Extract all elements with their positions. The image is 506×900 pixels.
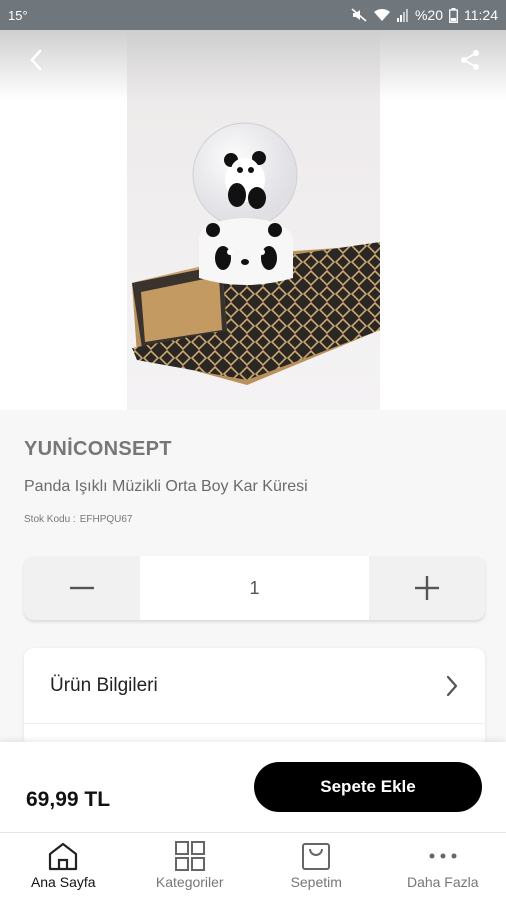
nav-categories-label: Kategoriler bbox=[155, 874, 224, 890]
nav-home-label: Ana Sayfa bbox=[30, 874, 96, 890]
share-icon bbox=[461, 50, 479, 70]
shopping-bag-icon bbox=[302, 843, 331, 870]
plus-icon bbox=[415, 576, 439, 600]
add-to-cart-button[interactable]: Sepete Ekle bbox=[254, 762, 482, 812]
decrease-quantity-button[interactable] bbox=[24, 556, 140, 620]
product-photo[interactable] bbox=[127, 30, 380, 410]
price: 69,99 TL bbox=[26, 788, 111, 811]
bottom-navigation: Ana Sayfa Kategoriler Sepetim Daha Fazla bbox=[0, 832, 506, 900]
chevron-left-icon bbox=[30, 49, 42, 71]
product-title: Panda Işıklı Müzikli Orta Boy Kar Küresi bbox=[24, 478, 308, 495]
signal-icon bbox=[396, 8, 409, 22]
quantity-stepper: 1 bbox=[24, 556, 485, 620]
wifi-icon bbox=[373, 8, 391, 22]
nav-cart[interactable]: Sepetim bbox=[253, 833, 380, 900]
nav-home[interactable]: Ana Sayfa bbox=[0, 833, 127, 900]
battery-percent-text: %20 bbox=[414, 7, 443, 23]
grid-icon bbox=[174, 841, 205, 871]
nav-cart-label: Sepetim bbox=[290, 874, 342, 890]
share-button[interactable] bbox=[454, 44, 486, 76]
increase-quantity-button[interactable] bbox=[369, 556, 485, 620]
more-dots-icon bbox=[429, 853, 457, 859]
product-info-card: Ürün Bilgileri bbox=[24, 648, 485, 748]
product-info-row[interactable]: Ürün Bilgileri bbox=[24, 648, 485, 724]
clock-text: 11:24 bbox=[464, 7, 498, 23]
minus-icon bbox=[70, 586, 94, 590]
nav-more[interactable]: Daha Fazla bbox=[380, 833, 506, 900]
product-image-area bbox=[0, 30, 506, 410]
brand-name[interactable]: YUNİCONSEPT bbox=[24, 438, 172, 461]
chevron-right-icon bbox=[446, 675, 458, 696]
home-icon bbox=[49, 842, 78, 871]
back-button[interactable] bbox=[20, 44, 52, 76]
stock-code-value: EFHPQU67 bbox=[79, 514, 133, 525]
quantity-value[interactable]: 1 bbox=[140, 556, 369, 620]
stock-code: Stok Kodu : EFHPQU67 bbox=[24, 514, 133, 525]
nav-more-label: Daha Fazla bbox=[406, 874, 479, 890]
temperature-text: 15° bbox=[8, 7, 28, 23]
battery-icon bbox=[449, 7, 458, 23]
stock-code-label: Stok Kodu : bbox=[24, 514, 76, 525]
product-info-label: Ürün Bilgileri bbox=[50, 674, 158, 696]
status-bar: 15° %20 11:24 bbox=[0, 0, 506, 30]
nav-categories[interactable]: Kategoriler bbox=[127, 833, 254, 900]
mute-icon bbox=[351, 8, 367, 22]
purchase-bar: 69,99 TL Sepete Ekle bbox=[0, 742, 506, 832]
